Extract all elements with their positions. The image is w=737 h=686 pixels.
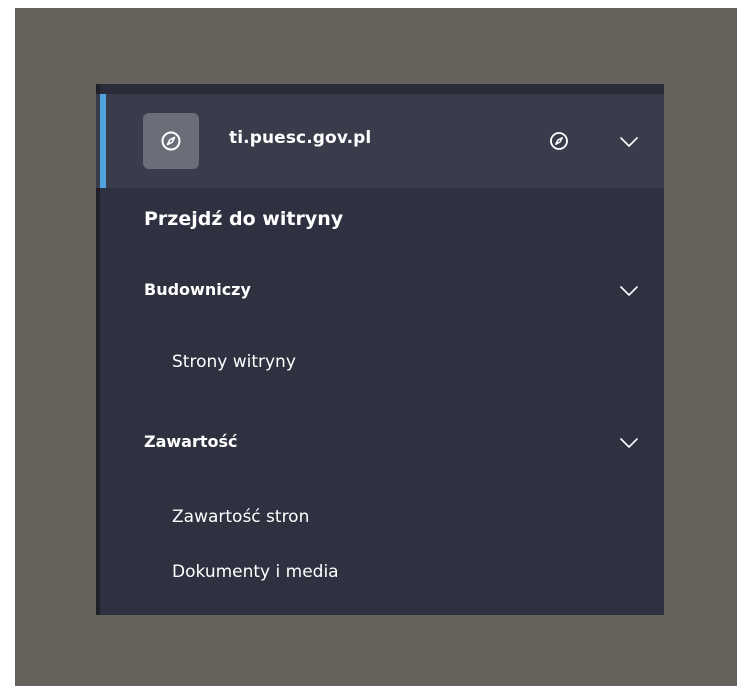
menu-item-documents-media[interactable]: Dokumenty i media [172,562,339,582]
site-navigation-menu: ti.puesc.gov.pl Przejdź do witryny Budow… [96,84,664,615]
compass-icon [160,130,182,152]
section-header-zawartosc[interactable]: Zawartość [96,422,664,462]
site-icon-tile [143,113,199,169]
menu-item-site-pages[interactable]: Strony witryny [172,352,296,372]
chevron-down-icon[interactable] [618,132,640,152]
site-name: ti.puesc.gov.pl [229,128,372,148]
compass-icon[interactable] [548,130,570,152]
active-indicator [100,94,106,188]
section-title: Budowniczy [144,280,251,299]
menu-top-strip [96,84,664,94]
section-title: Zawartość [144,432,238,451]
chevron-down-icon [618,433,640,453]
section-header-budowniczy[interactable]: Budowniczy [96,270,664,310]
chevron-down-icon [618,281,640,301]
site-selector[interactable]: ti.puesc.gov.pl [96,94,664,188]
menu-item-page-content[interactable]: Zawartość stron [172,507,309,527]
go-to-site-link[interactable]: Przejdź do witryny [144,208,343,230]
